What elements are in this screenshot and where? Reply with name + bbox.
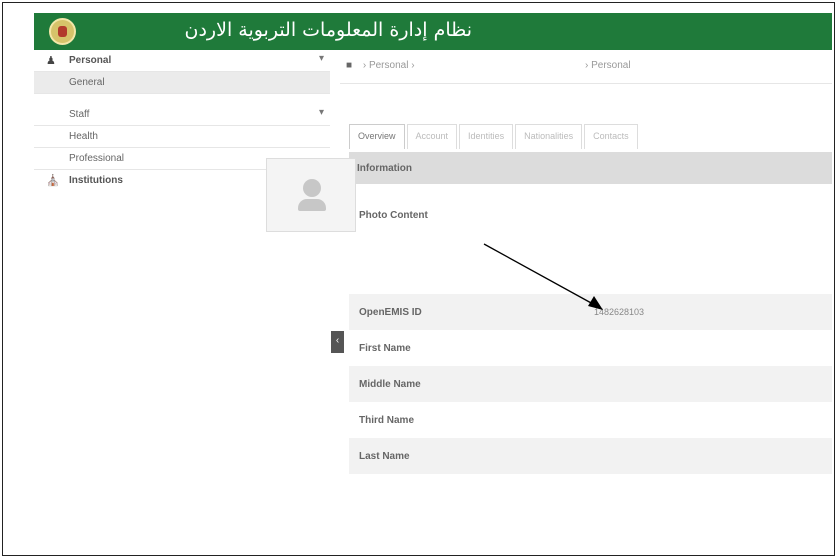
breadcrumb-separator: › [585,60,589,71]
field-value: 1482628103 [594,307,645,317]
sidebar-item-label: Staff [69,109,90,120]
field-row-photo: Photo Content [349,184,832,294]
sidebar-item-staff[interactable]: Staff ▾ [34,104,330,126]
field-label: First Name [359,343,411,354]
field-label: Middle Name [359,379,421,390]
user-icon: ♟ [46,55,56,67]
breadcrumb-current: › Personal [585,60,631,71]
tab-bar: Overview Account Identities Nationalities Co… [349,124,640,151]
app-header: نظام إدارة المعلومات التربوية الاردن [34,13,832,50]
tab-identities[interactable]: Identities [459,124,514,149]
chevron-down-icon: ▾ [318,107,324,118]
tab-overview[interactable]: Overview [349,124,405,149]
sidebar-item-label: General [69,77,105,88]
section-header: Information [349,152,832,184]
breadcrumb-separator: › [411,60,415,71]
tab-account[interactable]: Account [406,124,458,149]
collapse-sidebar-button[interactable]: ‹ [331,331,344,353]
field-label: Third Name [359,415,415,426]
sidebar-item-label: Personal [69,55,112,66]
profile-photo [266,158,356,232]
field-row-last-name: Last Name [349,438,832,474]
sidebar-item-label: Health [69,131,98,142]
sidebar-item-label: Institutions [69,175,123,186]
main-content: ■ › Personal › › Personal Overview Accoun… [340,50,832,555]
avatar-placeholder-icon [303,179,321,197]
emblem-logo [49,18,76,45]
field-label: OpenEMIS ID [359,307,422,318]
breadcrumb: ■ › Personal › [346,60,415,71]
field-label: Last Name [359,451,410,462]
sidebar-item-health[interactable]: Health [34,126,330,148]
breadcrumb-item: Personal [591,60,631,71]
divider [340,83,832,84]
sidebar-item-label: Professional [69,153,125,164]
field-label: Photo Content [359,210,428,221]
breadcrumb-separator: › [362,60,367,71]
sidebar-item-general[interactable]: General [34,72,330,94]
avatar-placeholder-body [298,199,326,211]
field-row-third-name: Third Name [349,402,832,438]
sidebar: ♟ Personal ▾ General Staff ▾ Health Prof… [34,50,330,555]
breadcrumb-item[interactable]: Personal [369,60,408,71]
field-row-middle-name: Middle Name [349,366,832,402]
app-title: نظام إدارة المعلومات التربوية الاردن [184,19,472,41]
tab-nationalities[interactable]: Nationalities [515,124,583,149]
section-title: Information [357,163,412,174]
home-icon[interactable]: ■ [346,60,352,71]
field-row-first-name: First Name [349,330,832,366]
tab-contacts[interactable]: Contacts [584,124,638,149]
institution-icon: ⛪ [46,175,60,187]
field-row-openemis-id: OpenEMIS ID 1482628103 [349,294,832,330]
sidebar-item-personal[interactable]: ♟ Personal ▾ [34,50,330,72]
chevron-down-icon: ▾ [318,53,324,64]
